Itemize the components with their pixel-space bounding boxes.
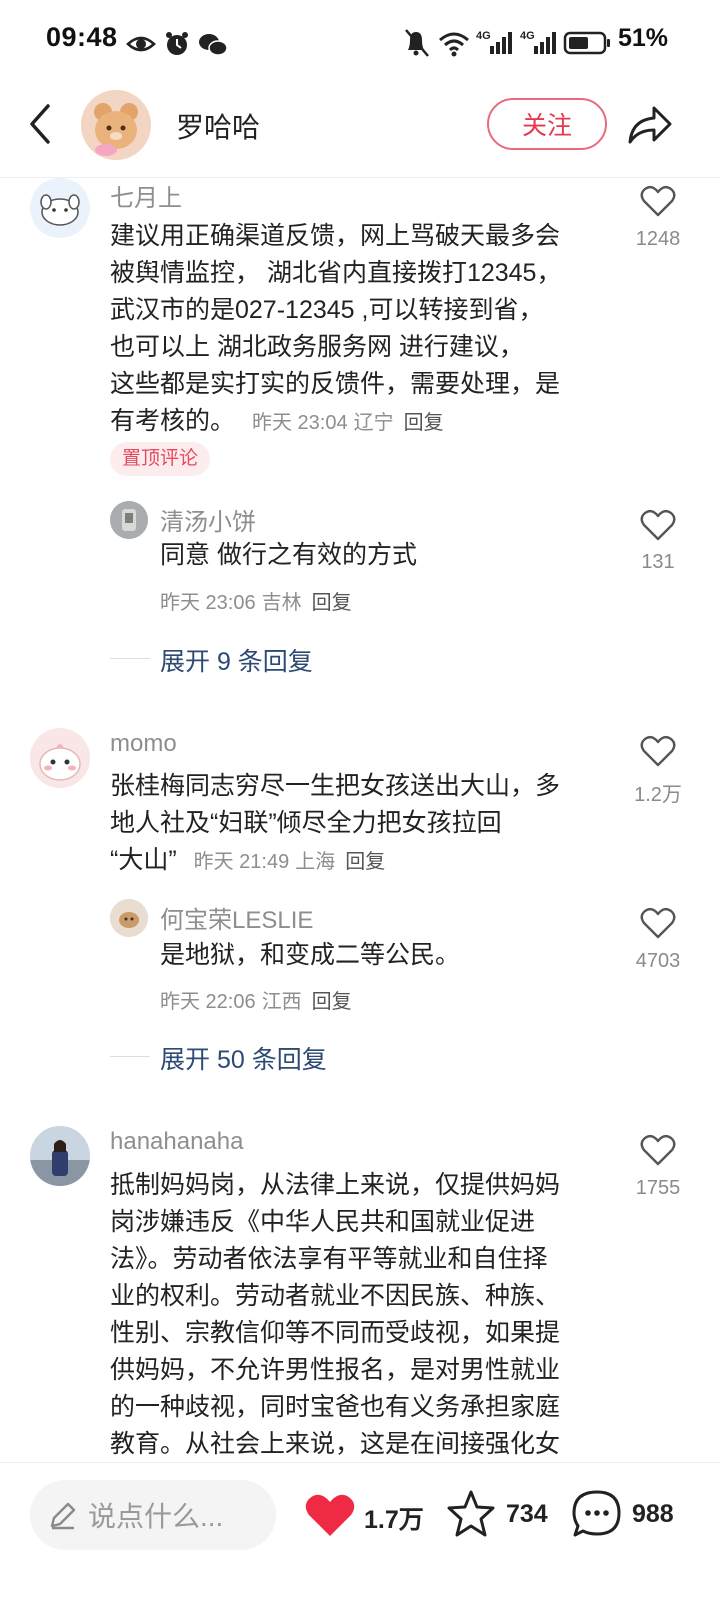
- expand-replies-link[interactable]: 展开 9 条回复: [160, 642, 313, 678]
- expand-replies-link[interactable]: 展开 50 条回复: [160, 1040, 327, 1076]
- comment-author[interactable]: momo: [110, 730, 177, 758]
- comment-avatar[interactable]: [30, 1126, 90, 1186]
- comment-line: 被舆情监控， 湖北省内直接拨打12345，: [110, 259, 562, 287]
- comment-location: 辽宁: [353, 412, 394, 434]
- reply-text[interactable]: 同意 做行之有效的方式: [160, 537, 417, 574]
- comment-line: 教育。从社会上来说，这是在间接强化女: [110, 1430, 561, 1458]
- signal-4g-icon-2: 4G: [520, 30, 556, 54]
- comment-author[interactable]: 七月上: [110, 178, 182, 213]
- comment-line: 法》。劳动者依法享有平等就业和自住择: [110, 1245, 548, 1273]
- comment-line-last: “大山” 昨天 21:49 上海 回复: [110, 842, 620, 881]
- reply-author[interactable]: 清汤小饼: [160, 502, 256, 537]
- reply-button[interactable]: 回复: [312, 592, 352, 614]
- status-icons-right: 4G 4G: [405, 29, 610, 57]
- comment-line: 武汉市的是027-12345 ,可以转接到省，: [110, 296, 544, 324]
- comment-line-last: 有考核的。 昨天 23:04 辽宁 回复: [110, 403, 620, 442]
- battery-icon: [563, 31, 610, 55]
- wechat-icon: [199, 34, 228, 56]
- comment-line: 供妈妈，不允许男性报名，是对男性就业: [110, 1356, 561, 1384]
- comment-text[interactable]: 抵制妈妈岗，从法律上来说，仅提供妈妈 岗涉嫌违反《中华人民共和国就业促进 法》。…: [110, 1167, 620, 1463]
- comment-input[interactable]: 说点什么...: [30, 1480, 276, 1550]
- comments-count: 988: [632, 1500, 674, 1528]
- comment-time: 昨天 23:04: [251, 412, 348, 434]
- reply-button[interactable]: 回复: [312, 991, 352, 1013]
- reply-location: 江西: [261, 991, 302, 1013]
- back-arrow-icon[interactable]: [24, 102, 56, 146]
- status-icons-left: [126, 32, 228, 56]
- comment-author[interactable]: hanahanaha: [110, 1128, 243, 1156]
- heart-filled-icon[interactable]: [304, 1492, 356, 1538]
- share-icon[interactable]: [626, 102, 674, 148]
- comment-line: “大山”: [110, 846, 177, 874]
- heart-outline-icon[interactable]: [640, 906, 676, 940]
- comment-text[interactable]: 建议用正确渠道反馈，网上骂破天最多会 被舆情监控， 湖北省内直接拨打12345，…: [110, 218, 620, 442]
- expand-divider: [110, 658, 150, 659]
- reply-button[interactable]: 回复: [404, 412, 444, 434]
- reply-button[interactable]: 回复: [345, 851, 385, 873]
- heart-outline-icon[interactable]: [640, 184, 676, 218]
- signal-4g-icon-1: 4G: [476, 30, 512, 54]
- reply-avatar[interactable]: [110, 501, 148, 539]
- comment-avatar[interactable]: [30, 728, 90, 788]
- comment-line: 也可以上 湖北政务服务网 进行建议，: [110, 333, 524, 361]
- eye-icon: [126, 36, 156, 52]
- reply-time: 昨天 23:06: [160, 592, 256, 614]
- comment-avatar[interactable]: [30, 178, 90, 238]
- likes-count: 1.7万: [364, 1506, 424, 1534]
- svg-text:4G: 4G: [520, 30, 535, 42]
- reply-location: 吉林: [261, 592, 302, 614]
- like-count: 4703: [635, 950, 681, 972]
- author-avatar[interactable]: [81, 90, 151, 160]
- header-divider: [0, 177, 720, 178]
- reply-meta: 昨天 23:06 吉林 回复: [160, 586, 352, 615]
- comment-input-placeholder: 说点什么...: [88, 1501, 224, 1532]
- alarm-icon: [166, 32, 188, 55]
- comment-line: 地人社及“妇联”倾尽全力把女孩拉回: [110, 809, 502, 837]
- svg-text:4G: 4G: [476, 30, 491, 42]
- reply-text[interactable]: 是地狱，和变成二等公民。: [160, 937, 460, 974]
- wifi-icon: [439, 32, 469, 57]
- like-count: 131: [641, 551, 675, 573]
- comment-line: 业的权利。劳动者就业不因民族、种族、: [110, 1282, 561, 1310]
- heart-outline-icon[interactable]: [640, 734, 676, 768]
- comment-line: 建议用正确渠道反馈，网上骂破天最多会: [110, 222, 561, 250]
- follow-button[interactable]: 关注: [487, 98, 607, 150]
- like-count: 1755: [635, 1177, 681, 1199]
- comment-line: 性别、宗教信仰等不同而受歧视，如果提: [110, 1319, 561, 1347]
- heart-outline-icon[interactable]: [640, 1133, 676, 1167]
- like-count: 1248: [635, 228, 681, 250]
- reply-meta: 昨天 22:06 江西 回复: [160, 985, 352, 1014]
- comment-text[interactable]: 张桂梅同志穷尽一生把女孩送出大山，多 地人社及“妇联”倾尽全力把女孩拉回 “大山…: [110, 768, 620, 881]
- favorites-count: 734: [506, 1500, 548, 1528]
- battery-percentage: 51%: [618, 24, 669, 52]
- comment-line: 的一种歧视，同时宝爸也有义务承担家庭: [110, 1393, 561, 1421]
- reply-avatar[interactable]: [110, 899, 148, 937]
- pencil-icon: [50, 1502, 76, 1530]
- comment-location: 上海: [295, 851, 336, 873]
- comment-bubble-icon[interactable]: [571, 1489, 623, 1539]
- author-name[interactable]: 罗哈哈: [176, 106, 260, 146]
- bell-off-icon: [405, 29, 429, 57]
- comment-line: 有考核的。: [110, 407, 236, 435]
- reply-time: 昨天 22:06: [160, 991, 256, 1013]
- like-count: 1.2万: [634, 784, 682, 806]
- bottom-divider: [0, 1462, 720, 1463]
- comment-time: 昨天 21:49: [193, 851, 290, 873]
- star-outline-icon[interactable]: [446, 1489, 496, 1539]
- comment-line: 张桂梅同志穷尽一生把女孩送出大山，多: [110, 772, 561, 800]
- pinned-comment-badge: 置顶评论: [110, 442, 211, 476]
- comment-line: 岗涉嫌违反《中华人民共和国就业促进: [110, 1208, 536, 1236]
- expand-divider: [110, 1056, 150, 1057]
- heart-outline-icon[interactable]: [640, 508, 676, 542]
- comment-line: 抵制妈妈岗，从法律上来说，仅提供妈妈: [110, 1171, 561, 1199]
- status-time: 09:48: [46, 22, 118, 52]
- comment-line: 这些都是实打实的反馈件，需要处理，是: [110, 370, 561, 398]
- reply-author[interactable]: 何宝荣LESLIE: [160, 900, 313, 935]
